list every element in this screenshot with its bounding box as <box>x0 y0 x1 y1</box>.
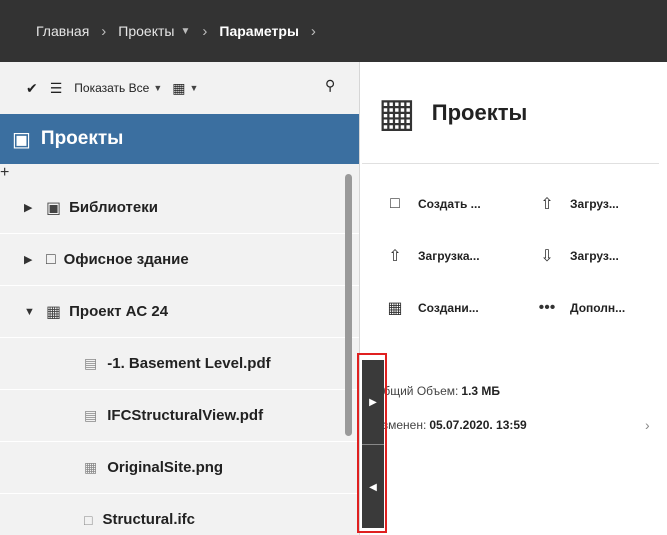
breadcrumb: Главная › Проекты ▼ › Параметры › <box>0 0 667 62</box>
chevron-right-icon: › <box>310 22 316 40</box>
navigator-toolbar: ✔ ☰ Показать Все ▼ ▦ ▼ ⚲ <box>0 62 359 114</box>
breadcrumb-home[interactable]: Главная <box>36 23 89 39</box>
chevron-right-icon[interactable]: › <box>645 417 650 433</box>
tree-item-project-ac24[interactable]: ▼ ▦ Проект AC 24 <box>0 286 359 338</box>
tree-item-libraries[interactable]: ▶ ▣ Библиотеки <box>0 182 359 234</box>
tree-item-original-site[interactable]: ▦ OriginalSite.png <box>0 442 359 494</box>
action-label: Дополн... <box>570 301 626 315</box>
show-all-dropdown[interactable]: Показать Все <box>74 81 149 95</box>
projects-icon: ▦ <box>378 90 416 135</box>
download-icon: ⇩ <box>540 248 554 265</box>
building-project-icon: ▦ <box>46 303 62 321</box>
tree-item-label: -1. Basement Level.pdf <box>107 355 271 372</box>
expand-arrow-icon[interactable]: ▶ <box>24 201 36 214</box>
details-title: Проекты <box>431 99 528 125</box>
tree-item-ifc-view-pdf[interactable]: ▤ IFCStructuralView.pdf <box>0 390 359 442</box>
pdf-file-icon: ▤ <box>84 407 98 423</box>
tree-item-label: OriginalSite.png <box>107 459 224 476</box>
tree-item-label: Библиотеки <box>69 199 158 216</box>
tree-item-basement-pdf[interactable]: ▤ -1. Basement Level.pdf <box>0 338 359 390</box>
upload-folder-button[interactable]: ⇧ Загрузка... <box>386 230 538 282</box>
action-label: Загруз... <box>570 249 619 263</box>
tree-item-label: Офисное здание <box>63 251 189 268</box>
upload-button[interactable]: ⇧ Загруз... <box>538 178 667 230</box>
action-label: Загруз... <box>570 197 619 211</box>
caret-down-icon[interactable]: ▼ <box>180 26 190 37</box>
projects-title: Проекты <box>40 128 124 149</box>
building-project-icon: ▦ <box>387 300 403 317</box>
modified-value: 05.07.2020. 13:59 <box>429 418 527 432</box>
tree-item-label: IFCStructuralView.pdf <box>107 407 264 424</box>
details-panel: ▦ Проекты □ Создать ... ⇧ Загруз... ⇧ За… <box>362 62 667 535</box>
image-file-icon: ▦ <box>84 459 98 475</box>
total-size-value: 1.3 МБ <box>461 384 501 398</box>
tree-scrollbar[interactable] <box>345 174 352 436</box>
navigator-panel: ✔ ☰ Показать Все ▼ ▦ ▼ ⚲ ▣ Проекты + ▶ ▣… <box>0 62 360 535</box>
download-button[interactable]: ⇩ Загруз... <box>538 230 667 282</box>
project-info: Общий Объем: 1.3 МБ Изменен: 05.07.2020.… <box>362 374 667 442</box>
action-label: Загрузка... <box>418 249 480 263</box>
project-tree: ▶ ▣ Библиотеки ▶ □ Офисное здание ▼ ▦ Пр… <box>0 182 359 535</box>
projects-icon: ▣ <box>12 128 31 151</box>
caret-down-icon[interactable]: ▼ <box>189 83 198 93</box>
tree-item-label: Structural.ifc <box>102 511 195 528</box>
modified-date[interactable]: Изменен: 05.07.2020. 13:59 › <box>374 408 667 442</box>
projects-header: ▣ Проекты <box>0 114 359 164</box>
folder-icon: □ <box>390 195 400 212</box>
library-folder-icon: ▣ <box>46 199 62 217</box>
chevron-right-icon: › <box>101 22 107 40</box>
tree-item-structural-ifc[interactable]: □ Structural.ifc <box>0 494 359 535</box>
action-label: Создать ... <box>418 197 481 211</box>
expand-arrow-icon[interactable]: ▶ <box>24 253 36 266</box>
highlight-frame <box>357 353 387 533</box>
collapse-arrow-icon[interactable]: ▼ <box>24 306 36 318</box>
check-icon[interactable]: ✔ <box>26 80 38 97</box>
pdf-file-icon: ▤ <box>84 355 98 371</box>
calendar-icon[interactable]: ▦ <box>172 80 185 97</box>
chevron-right-icon: › <box>202 22 208 40</box>
create-folder-button[interactable]: □ Создать ... <box>386 178 538 230</box>
upload-icon: ⇧ <box>540 196 554 213</box>
search-icon[interactable]: ⚲ <box>325 77 335 94</box>
file-icon: □ <box>84 511 93 528</box>
action-label: Создани... <box>418 301 479 315</box>
menu-icon[interactable]: ☰ <box>50 80 63 97</box>
actions-grid: □ Создать ... ⇧ Загруз... ⇧ Загрузка... … <box>362 178 667 334</box>
create-project-button[interactable]: ▦ Создани... <box>386 282 538 334</box>
breadcrumb-projects[interactable]: Проекты <box>118 23 174 39</box>
more-icon: ••• <box>538 299 556 316</box>
folder-icon: □ <box>46 250 56 268</box>
tree-item-label: Проект AC 24 <box>69 303 169 320</box>
upload-folder-icon: ⇧ <box>388 248 402 265</box>
tree-item-office-building[interactable]: ▶ □ Офисное здание <box>0 234 359 286</box>
details-header: ▦ Проекты <box>362 62 659 164</box>
more-button[interactable]: ••• Дополн... <box>538 282 667 334</box>
breadcrumb-settings[interactable]: Параметры <box>219 23 299 39</box>
caret-down-icon[interactable]: ▼ <box>153 83 162 93</box>
add-icon[interactable]: + <box>0 164 9 181</box>
total-size: Общий Объем: 1.3 МБ <box>374 374 667 408</box>
